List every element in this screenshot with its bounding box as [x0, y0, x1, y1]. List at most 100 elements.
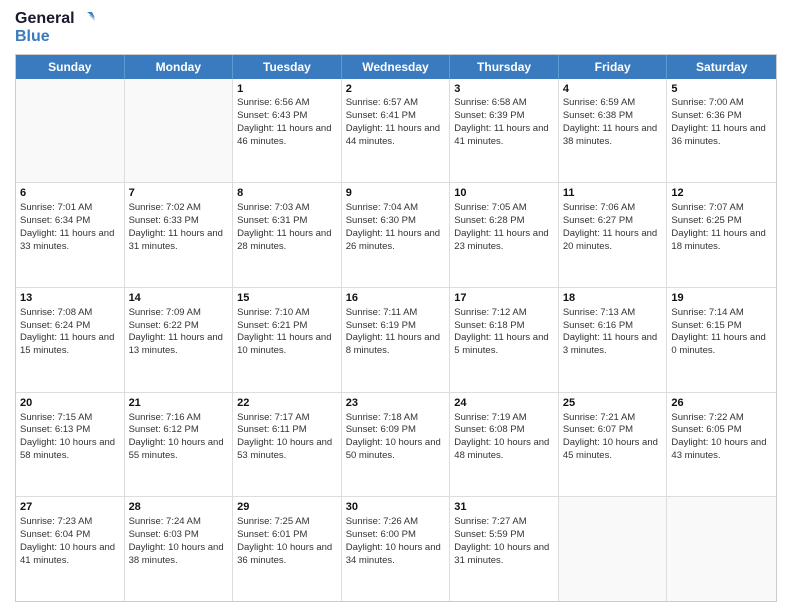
day-number: 27 — [20, 500, 120, 515]
sunset-text: Sunset: 6:30 PM — [346, 215, 416, 226]
calendar-cell: 6Sunrise: 7:01 AMSunset: 6:34 PMDaylight… — [16, 183, 125, 287]
sunset-text: Sunset: 6:43 PM — [237, 110, 307, 121]
daylight-text: Daylight: 10 hours and 38 minutes. — [129, 542, 224, 566]
sunrise-text: Sunrise: 7:10 AM — [237, 307, 309, 318]
daylight-text: Daylight: 11 hours and 36 minutes. — [671, 123, 765, 147]
sunset-text: Sunset: 6:13 PM — [20, 424, 90, 435]
day-number: 9 — [346, 186, 446, 201]
sunrise-text: Sunrise: 7:09 AM — [129, 307, 201, 318]
day-number: 1 — [237, 82, 337, 97]
sunset-text: Sunset: 6:28 PM — [454, 215, 524, 226]
daylight-text: Daylight: 10 hours and 45 minutes. — [563, 437, 658, 461]
sunrise-text: Sunrise: 7:18 AM — [346, 412, 418, 423]
calendar-cell: 18Sunrise: 7:13 AMSunset: 6:16 PMDayligh… — [559, 288, 668, 392]
sunset-text: Sunset: 6:08 PM — [454, 424, 524, 435]
sunrise-text: Sunrise: 6:57 AM — [346, 97, 418, 108]
day-number: 31 — [454, 500, 554, 515]
sunset-text: Sunset: 6:36 PM — [671, 110, 741, 121]
daylight-text: Daylight: 11 hours and 8 minutes. — [346, 332, 440, 356]
calendar-cell: 4Sunrise: 6:59 AMSunset: 6:38 PMDaylight… — [559, 79, 668, 183]
daylight-text: Daylight: 10 hours and 55 minutes. — [129, 437, 224, 461]
sunrise-text: Sunrise: 7:05 AM — [454, 202, 526, 213]
calendar-cell: 25Sunrise: 7:21 AMSunset: 6:07 PMDayligh… — [559, 393, 668, 497]
daylight-text: Daylight: 11 hours and 10 minutes. — [237, 332, 331, 356]
day-number: 5 — [671, 82, 772, 97]
day-number: 13 — [20, 291, 120, 306]
sunrise-text: Sunrise: 6:58 AM — [454, 97, 526, 108]
calendar-cell: 30Sunrise: 7:26 AMSunset: 6:00 PMDayligh… — [342, 497, 451, 601]
day-number: 23 — [346, 396, 446, 411]
day-number: 20 — [20, 396, 120, 411]
day-number: 14 — [129, 291, 229, 306]
day-number: 25 — [563, 396, 663, 411]
sunset-text: Sunset: 6:09 PM — [346, 424, 416, 435]
sunset-text: Sunset: 6:24 PM — [20, 320, 90, 331]
sunrise-text: Sunrise: 6:56 AM — [237, 97, 309, 108]
calendar-row: 6Sunrise: 7:01 AMSunset: 6:34 PMDaylight… — [16, 183, 776, 288]
day-number: 22 — [237, 396, 337, 411]
calendar-cell: 29Sunrise: 7:25 AMSunset: 6:01 PMDayligh… — [233, 497, 342, 601]
daylight-text: Daylight: 11 hours and 15 minutes. — [20, 332, 114, 356]
calendar-cell: 11Sunrise: 7:06 AMSunset: 6:27 PMDayligh… — [559, 183, 668, 287]
sunset-text: Sunset: 6:34 PM — [20, 215, 90, 226]
logo-text-general: General — [15, 10, 75, 28]
header-cell-wednesday: Wednesday — [342, 55, 451, 79]
sunrise-text: Sunrise: 7:19 AM — [454, 412, 526, 423]
calendar-cell: 17Sunrise: 7:12 AMSunset: 6:18 PMDayligh… — [450, 288, 559, 392]
day-number: 6 — [20, 186, 120, 201]
sunset-text: Sunset: 6:19 PM — [346, 320, 416, 331]
calendar-cell: 3Sunrise: 6:58 AMSunset: 6:39 PMDaylight… — [450, 79, 559, 183]
sunrise-text: Sunrise: 7:12 AM — [454, 307, 526, 318]
calendar-cell: 5Sunrise: 7:00 AMSunset: 6:36 PMDaylight… — [667, 79, 776, 183]
daylight-text: Daylight: 10 hours and 34 minutes. — [346, 542, 441, 566]
daylight-text: Daylight: 11 hours and 18 minutes. — [671, 228, 765, 252]
sunset-text: Sunset: 6:27 PM — [563, 215, 633, 226]
calendar-cell: 2Sunrise: 6:57 AMSunset: 6:41 PMDaylight… — [342, 79, 451, 183]
sunrise-text: Sunrise: 7:24 AM — [129, 516, 201, 527]
sunset-text: Sunset: 6:18 PM — [454, 320, 524, 331]
sunset-text: Sunset: 6:04 PM — [20, 529, 90, 540]
sunset-text: Sunset: 6:11 PM — [237, 424, 307, 435]
daylight-text: Daylight: 11 hours and 33 minutes. — [20, 228, 114, 252]
daylight-text: Daylight: 10 hours and 48 minutes. — [454, 437, 549, 461]
sunrise-text: Sunrise: 7:04 AM — [346, 202, 418, 213]
daylight-text: Daylight: 11 hours and 0 minutes. — [671, 332, 765, 356]
calendar-cell: 7Sunrise: 7:02 AMSunset: 6:33 PMDaylight… — [125, 183, 234, 287]
header-cell-tuesday: Tuesday — [233, 55, 342, 79]
logo-text-blue: Blue — [15, 28, 95, 46]
calendar-cell — [16, 79, 125, 183]
calendar-body: 1Sunrise: 6:56 AM Sunset: 6:43 PM Daylight… — [16, 79, 776, 601]
calendar-cell: 24Sunrise: 7:19 AMSunset: 6:08 PM Dayligh… — [450, 393, 559, 497]
daylight-text: Daylight: 11 hours and 13 minutes. — [129, 332, 223, 356]
sunrise-text: Sunrise: 7:06 AM — [563, 202, 635, 213]
day-number: 26 — [671, 396, 772, 411]
sunrise-text: Sunrise: 7:07 AM — [671, 202, 743, 213]
sunrise-text: Sunrise: 7:13 AM — [563, 307, 635, 318]
sunset-text: Sunset: 6:01 PM — [237, 529, 307, 540]
sunset-text: Sunset: 6:16 PM — [563, 320, 633, 331]
day-number: 24 — [454, 396, 554, 411]
sunset-text: Sunset: 6:21 PM — [237, 320, 307, 331]
sunset-text: Sunset: 6:39 PM — [454, 110, 524, 121]
calendar-row: 1Sunrise: 6:56 AM Sunset: 6:43 PM Daylight… — [16, 79, 776, 184]
day-number: 19 — [671, 291, 772, 306]
sunrise-text: Sunrise: 7:16 AM — [129, 412, 201, 423]
sunrise-text: Sunrise: 7:03 AM — [237, 202, 309, 213]
daylight-text: Daylight: 11 hours and 41 minutes. — [454, 123, 548, 147]
header-cell-thursday: Thursday — [450, 55, 559, 79]
day-number: 8 — [237, 186, 337, 201]
calendar-cell: 27Sunrise: 7:23 AMSunset: 6:04 PMDayligh… — [16, 497, 125, 601]
sunrise-text: Sunrise: 7:15 AM — [20, 412, 92, 423]
calendar-cell: 1Sunrise: 6:56 AMSunset: 6:43 PMDaylight… — [233, 79, 342, 183]
day-number: 29 — [237, 500, 337, 515]
daylight-text: Daylight: 11 hours and 3 minutes. — [563, 332, 657, 356]
daylight-text: Daylight: 11 hours and 28 minutes. — [237, 228, 331, 252]
calendar-row: 13Sunrise: 7:08 AMSunset: 6:24 PMDayligh… — [16, 288, 776, 393]
calendar-cell: 16Sunrise: 7:11 AMSunset: 6:19 PMDayligh… — [342, 288, 451, 392]
sunset-text: Sunset: 6:31 PM — [237, 215, 307, 226]
daylight-text: Daylight: 10 hours and 31 minutes. — [454, 542, 549, 566]
sunset-text: Sunset: 6:12 PM — [129, 424, 199, 435]
daylight-text: Daylight: 10 hours and 58 minutes. — [20, 437, 115, 461]
calendar-row: 20Sunrise: 7:15 AMSunset: 6:13 PM Dayligh… — [16, 393, 776, 498]
sunrise-text: Sunrise: 7:02 AM — [129, 202, 201, 213]
